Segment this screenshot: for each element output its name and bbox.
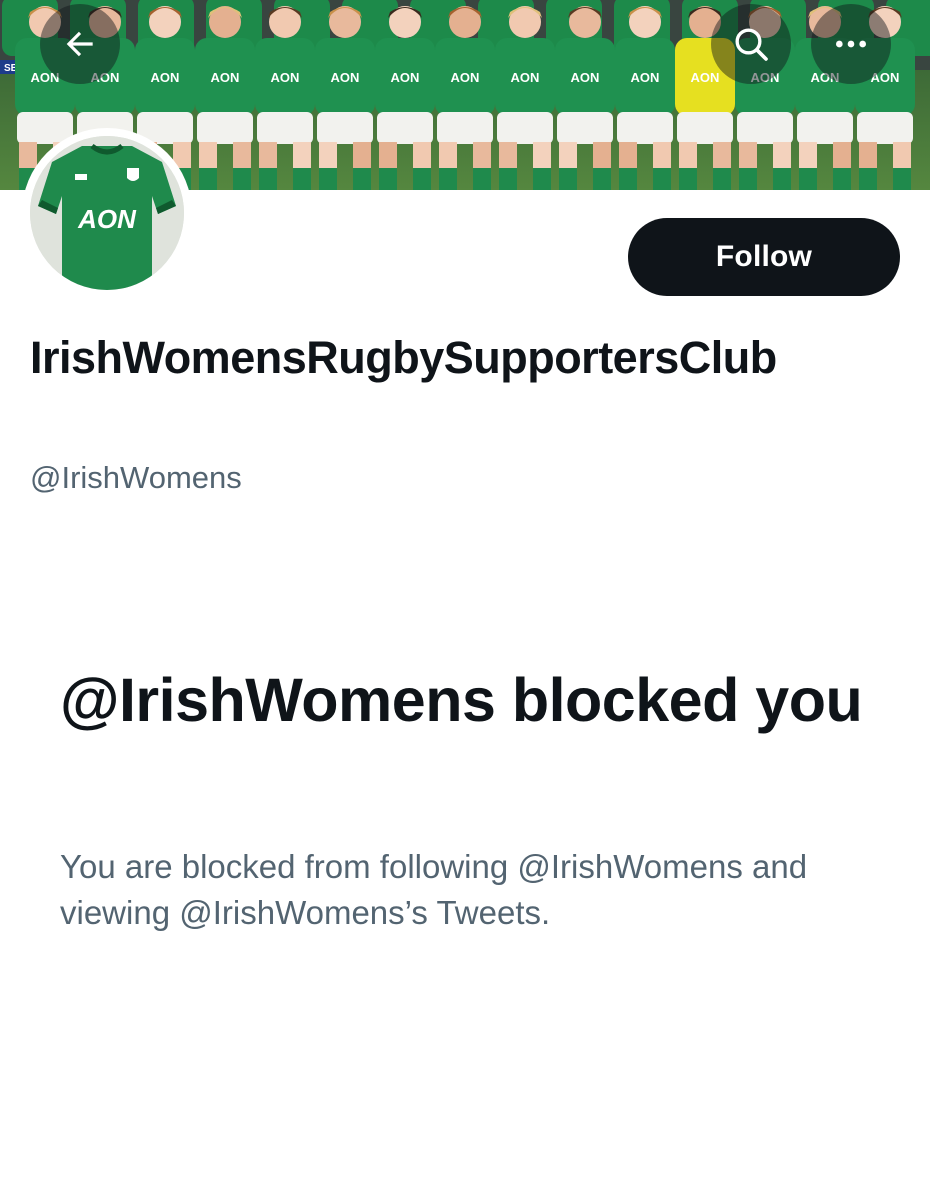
- arrow-left-icon: [66, 31, 93, 57]
- jersey-sponsor-text: AON: [271, 70, 300, 85]
- jersey-sponsor-text: AON: [391, 70, 420, 85]
- profile-handle: @IrishWomens: [30, 460, 242, 495]
- jersey-sponsor-text: AON: [691, 70, 720, 85]
- profile-display-name: IrishWomensRugbySupportersClub: [30, 332, 777, 383]
- jersey-sponsor-text: AON: [631, 70, 660, 85]
- jersey-sponsor-text: AON: [211, 70, 240, 85]
- crest-icon: [127, 168, 139, 181]
- more-icon: [836, 40, 866, 48]
- back-button[interactable]: [40, 4, 120, 84]
- jersey-sponsor-text: AON: [331, 70, 360, 85]
- avatar-jersey-text: AON: [77, 204, 137, 234]
- jersey-sponsor-text: AON: [571, 70, 600, 85]
- avatar-image: AON: [30, 136, 184, 290]
- blocked-title: @IrishWomens blocked you: [60, 666, 863, 734]
- profile-avatar[interactable]: AON: [22, 128, 192, 298]
- jersey-image: AON: [30, 136, 184, 290]
- jersey-sponsor-text: AON: [151, 70, 180, 85]
- follow-button[interactable]: Follow: [628, 218, 900, 296]
- search-button[interactable]: [711, 4, 791, 84]
- jersey-sponsor-text: AON: [451, 70, 480, 85]
- more-button[interactable]: [811, 4, 891, 84]
- search-icon: [735, 28, 768, 61]
- jersey-sponsor-text: AON: [511, 70, 540, 85]
- canterbury-logo: [75, 174, 87, 180]
- blocked-description: You are blocked from following @IrishWom…: [60, 848, 808, 931]
